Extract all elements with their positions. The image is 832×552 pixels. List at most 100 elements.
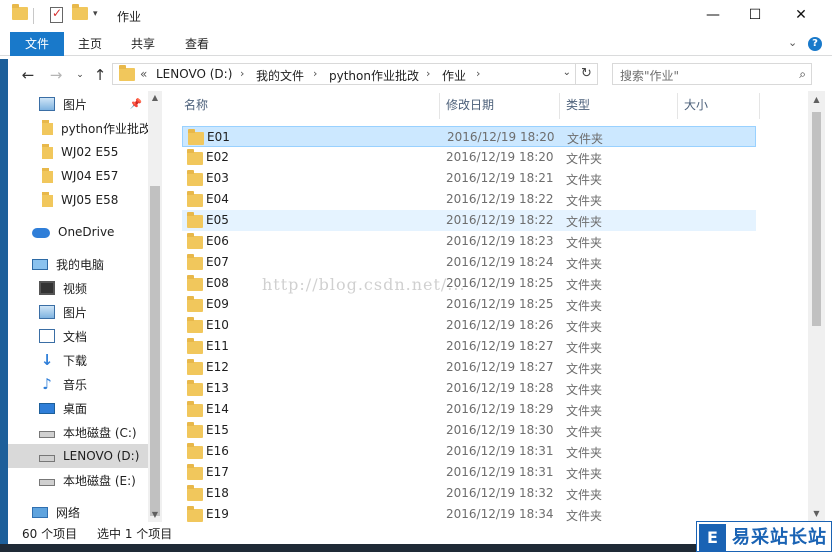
music-icon: ♪ xyxy=(42,375,52,393)
breadcrumb-overflow[interactable]: « xyxy=(140,67,147,81)
table-row[interactable]: E02 2016/12/19 18:20 文件夹 xyxy=(182,147,756,168)
nav-item-python[interactable]: python作业批改 xyxy=(8,116,148,140)
table-row[interactable]: E19 2016/12/19 18:34 文件夹 xyxy=(182,504,756,522)
file-date: 2016/12/19 18:20 xyxy=(446,150,554,164)
column-divider[interactable] xyxy=(559,93,560,119)
breadcrumb-homework[interactable]: 作业 xyxy=(442,67,466,84)
table-row[interactable]: E15 2016/12/19 18:30 文件夹 xyxy=(182,420,756,441)
folder-icon xyxy=(187,464,203,480)
back-arrow-icon[interactable]: ← xyxy=(18,65,38,85)
expand-ribbon-icon[interactable]: ⌄ xyxy=(788,36,797,49)
nav-item-onedrive[interactable]: OneDrive xyxy=(8,220,148,244)
table-row[interactable]: E01 2016/12/19 18:20 文件夹 xyxy=(182,126,756,147)
file-name: E16 xyxy=(206,444,229,458)
column-divider[interactable] xyxy=(439,93,440,119)
table-row[interactable]: E11 2016/12/19 18:27 文件夹 xyxy=(182,336,756,357)
table-row[interactable]: E07 2016/12/19 18:24 文件夹 xyxy=(182,252,756,273)
table-row[interactable]: E03 2016/12/19 18:21 文件夹 xyxy=(182,168,756,189)
tab-view[interactable]: 查看 xyxy=(176,32,218,56)
help-icon[interactable]: ? xyxy=(808,37,822,51)
column-header-type[interactable]: 类型 xyxy=(566,91,590,119)
minimize-button[interactable]: — xyxy=(690,0,736,30)
close-button[interactable]: ✕ xyxy=(778,0,824,30)
table-row[interactable]: E17 2016/12/19 18:31 文件夹 xyxy=(182,462,756,483)
scroll-down-icon[interactable]: ▼ xyxy=(148,508,162,522)
recent-locations-chevron-icon[interactable]: ⌄ xyxy=(70,65,90,85)
nav-item-wj05[interactable]: WJ05 E58 xyxy=(8,188,148,212)
table-row[interactable]: E04 2016/12/19 18:22 文件夹 xyxy=(182,189,756,210)
nav-item-label: 我的电脑 xyxy=(56,257,105,272)
nav-item-drive-d[interactable]: LENOVO (D:) xyxy=(8,444,148,468)
forward-arrow-icon[interactable]: → xyxy=(46,65,66,85)
nav-scrollbar[interactable]: ▲ ▼ xyxy=(148,91,162,522)
breadcrumb-python[interactable]: python作业批改 xyxy=(329,67,419,84)
file-type: 文件夹 xyxy=(566,446,603,460)
table-row[interactable]: E18 2016/12/19 18:32 文件夹 xyxy=(182,483,756,504)
downloads-icon: ↓ xyxy=(40,351,54,369)
nav-item-videos[interactable]: 视频 xyxy=(8,276,148,300)
breadcrumb-my-files[interactable]: 我的文件 xyxy=(256,67,304,84)
breadcrumb-separator-icon[interactable]: › xyxy=(426,67,430,80)
table-row[interactable]: E10 2016/12/19 18:26 文件夹 xyxy=(182,315,756,336)
properties-icon[interactable] xyxy=(50,6,63,25)
table-row[interactable]: E13 2016/12/19 18:28 文件夹 xyxy=(182,378,756,399)
search-icon[interactable]: ⌕ xyxy=(799,67,806,82)
table-row[interactable]: E05 2016/12/19 18:22 文件夹 xyxy=(182,210,756,231)
table-row[interactable]: E08 2016/12/19 18:25 文件夹 xyxy=(182,273,756,294)
nav-scrollbar-thumb[interactable] xyxy=(150,186,160,516)
file-list-scrollbar[interactable]: ▲ ▼ xyxy=(808,91,825,522)
pin-icon[interactable]: 📌 xyxy=(130,99,142,110)
folder-icon xyxy=(42,168,53,183)
maximize-button[interactable]: ☐ xyxy=(732,0,778,30)
nav-item-downloads[interactable]: ↓ 下载 xyxy=(8,348,148,372)
videos-icon xyxy=(39,281,55,295)
breadcrumb-separator-icon[interactable]: › xyxy=(240,67,244,80)
table-row[interactable]: E12 2016/12/19 18:27 文件夹 xyxy=(182,357,756,378)
file-date: 2016/12/19 18:34 xyxy=(446,507,554,521)
table-row[interactable]: E14 2016/12/19 18:29 文件夹 xyxy=(182,399,756,420)
column-divider[interactable] xyxy=(677,93,678,119)
refresh-icon[interactable]: ↻ xyxy=(576,63,598,85)
nav-item-this-pc[interactable]: 我的电脑 xyxy=(8,252,148,276)
file-date: 2016/12/19 18:22 xyxy=(446,192,554,206)
nav-item-pictures[interactable]: 图片 xyxy=(8,300,148,324)
column-divider[interactable] xyxy=(759,93,760,119)
customize-toolbar-dropdown-icon[interactable]: ▾ xyxy=(93,9,98,27)
breadcrumb-drive[interactable]: LENOVO (D:) xyxy=(156,67,232,81)
file-date: 2016/12/19 18:23 xyxy=(446,234,554,248)
nav-item-music[interactable]: ♪ 音乐 xyxy=(8,372,148,396)
table-row[interactable]: E09 2016/12/19 18:25 文件夹 xyxy=(182,294,756,315)
nav-item-drive-c[interactable]: 本地磁盘 (C:) xyxy=(8,420,148,444)
nav-item-drive-e[interactable]: 本地磁盘 (E:) xyxy=(8,468,148,492)
scroll-up-icon[interactable]: ▲ xyxy=(808,91,825,108)
file-type: 文件夹 xyxy=(566,320,603,334)
search-input[interactable]: 搜索"作业" ⌕ xyxy=(612,63,812,85)
nav-item-wj02[interactable]: WJ02 E55 xyxy=(8,140,148,164)
folder-icon xyxy=(187,338,203,354)
new-folder-icon[interactable] xyxy=(72,4,88,25)
tab-file[interactable]: 文件 xyxy=(10,32,64,56)
nav-item-label: LENOVO (D:) xyxy=(63,449,140,463)
address-bar[interactable]: « LENOVO (D:) › 我的文件 › python作业批改 › 作业 ›… xyxy=(112,63,576,85)
column-header-name[interactable]: 名称 xyxy=(184,91,208,119)
scroll-up-icon[interactable]: ▲ xyxy=(148,91,162,105)
table-row[interactable]: E06 2016/12/19 18:23 文件夹 xyxy=(182,231,756,252)
scroll-down-icon[interactable]: ▼ xyxy=(808,505,825,522)
nav-item-network[interactable]: 网络 xyxy=(8,500,148,522)
up-arrow-icon[interactable]: ↑ xyxy=(90,65,110,85)
address-history-chevron-icon[interactable]: ⌄ xyxy=(563,67,571,78)
nav-item-pictures-quick[interactable]: 图片 📌 xyxy=(8,92,148,116)
nav-item-documents[interactable]: 文档 xyxy=(8,324,148,348)
breadcrumb-separator-icon[interactable]: › xyxy=(476,67,480,80)
nav-item-wj04[interactable]: WJ04 E57 xyxy=(8,164,148,188)
nav-item-desktop[interactable]: 桌面 xyxy=(8,396,148,420)
file-name: E19 xyxy=(206,507,229,521)
column-header-size[interactable]: 大小 xyxy=(684,91,708,119)
column-header-date[interactable]: 修改日期 xyxy=(446,91,494,119)
table-row[interactable]: E16 2016/12/19 18:31 文件夹 xyxy=(182,441,756,462)
file-list-scrollbar-thumb[interactable] xyxy=(812,112,821,326)
tab-home[interactable]: 主页 xyxy=(70,32,110,56)
breadcrumb-separator-icon[interactable]: › xyxy=(313,67,317,80)
file-date: 2016/12/19 18:28 xyxy=(446,381,554,395)
tab-share[interactable]: 共享 xyxy=(122,32,164,56)
